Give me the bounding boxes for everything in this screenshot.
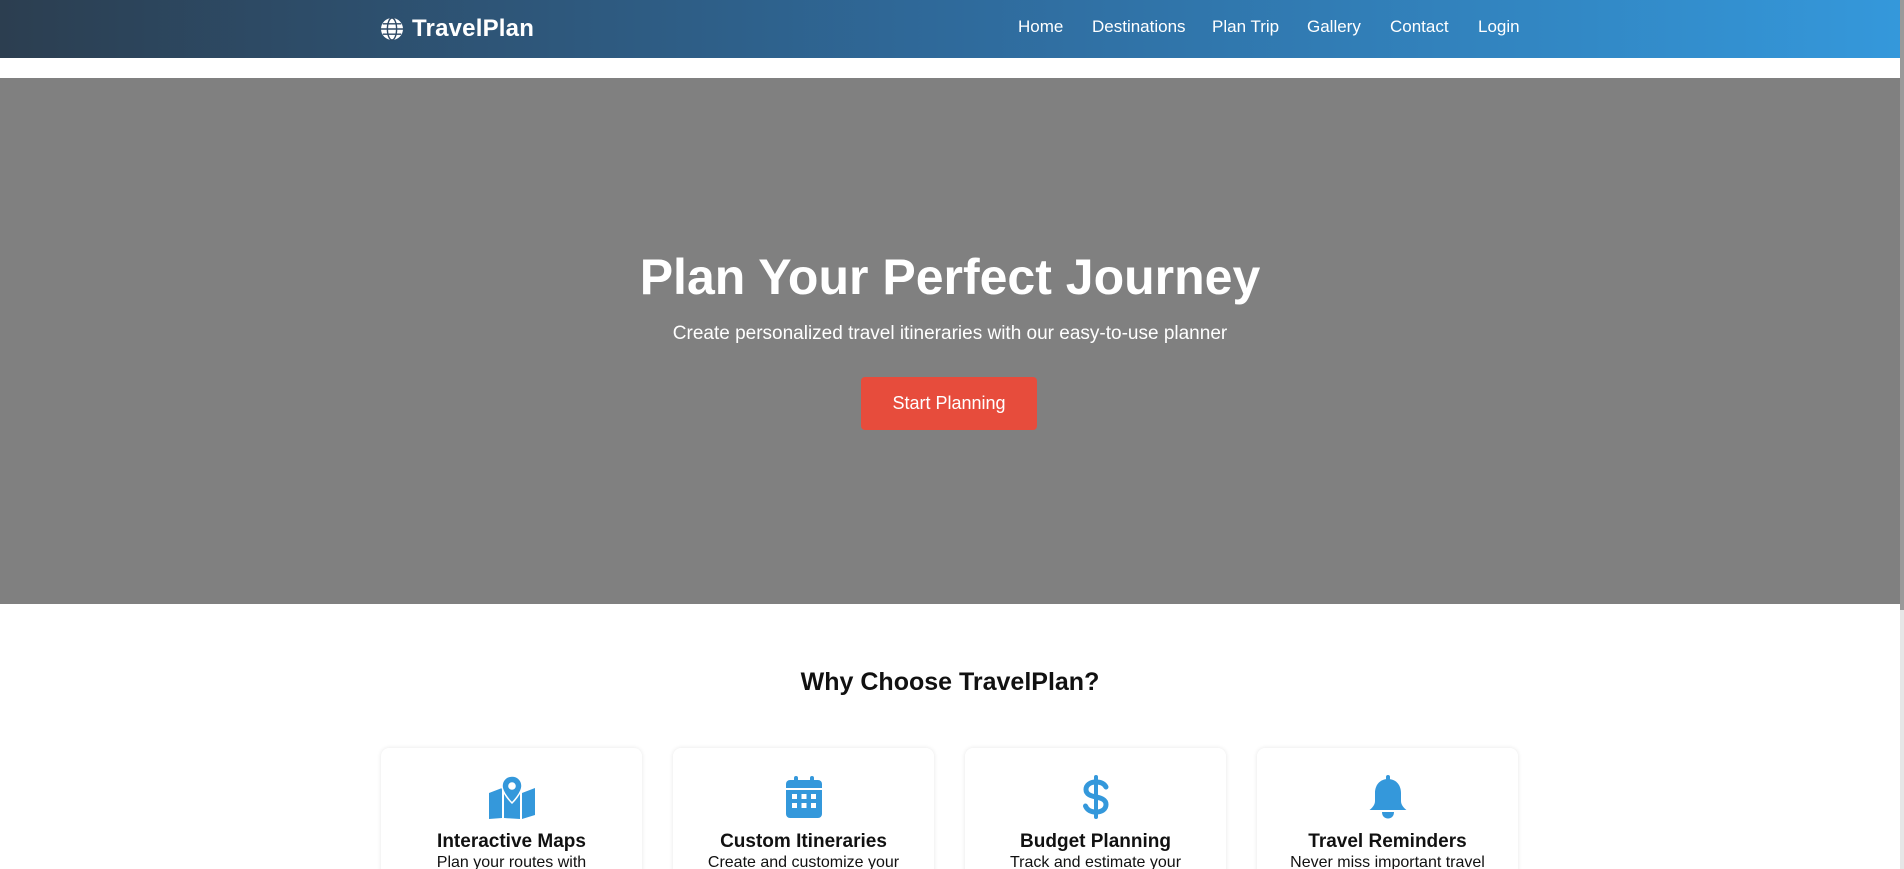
feature-title: Travel Reminders (1308, 831, 1467, 852)
bell-icon (1369, 775, 1406, 819)
nav-gallery[interactable]: Gallery (1307, 17, 1361, 37)
feature-card-custom-itineraries: Custom Itineraries Create and customize … (673, 748, 934, 869)
feature-card-interactive-maps: Interactive Maps Plan your routes with (381, 748, 642, 869)
dollar-icon (1082, 775, 1109, 819)
scrollbar-thumb[interactable] (1900, 0, 1904, 610)
nav-home[interactable]: Home (1018, 17, 1063, 37)
feature-card-budget-planning: Budget Planning Track and estimate your (965, 748, 1226, 869)
nav-destinations[interactable]: Destinations (1092, 17, 1186, 37)
feature-card-travel-reminders: Travel Reminders Never miss important tr… (1257, 748, 1518, 869)
calendar-icon (785, 776, 822, 818)
feature-description: Plan your routes with (436, 854, 587, 869)
hero-subtitle: Create personalized travel itineraries w… (672, 323, 1228, 344)
feature-description: Never miss important travel (1290, 854, 1485, 869)
feature-title: Interactive Maps (437, 831, 586, 852)
site-header: TravelPlan Home Destinations Plan Trip G… (0, 0, 1900, 58)
page-scrollbar[interactable] (1900, 0, 1904, 869)
features-title: Why Choose TravelPlan? (800, 668, 1100, 696)
feature-description: Track and estimate your (1009, 854, 1182, 869)
nav-plan-trip[interactable]: Plan Trip (1212, 17, 1279, 37)
map-location-icon (488, 775, 535, 819)
nav-contact[interactable]: Contact (1390, 17, 1449, 37)
brand-name: TravelPlan (412, 15, 535, 42)
brand-logo[interactable]: TravelPlan (380, 13, 534, 45)
hero-title: Plan Your Perfect Journey (639, 249, 1261, 305)
nav-login[interactable]: Login (1478, 17, 1520, 37)
hero-section: Plan Your Perfect Journey Create persona… (0, 78, 1900, 604)
feature-title: Custom Itineraries (720, 831, 887, 852)
feature-title: Budget Planning (1020, 831, 1171, 852)
feature-description: Create and customize your (707, 854, 900, 869)
globe-icon (381, 17, 403, 41)
start-planning-button[interactable]: Start Planning (861, 377, 1037, 430)
